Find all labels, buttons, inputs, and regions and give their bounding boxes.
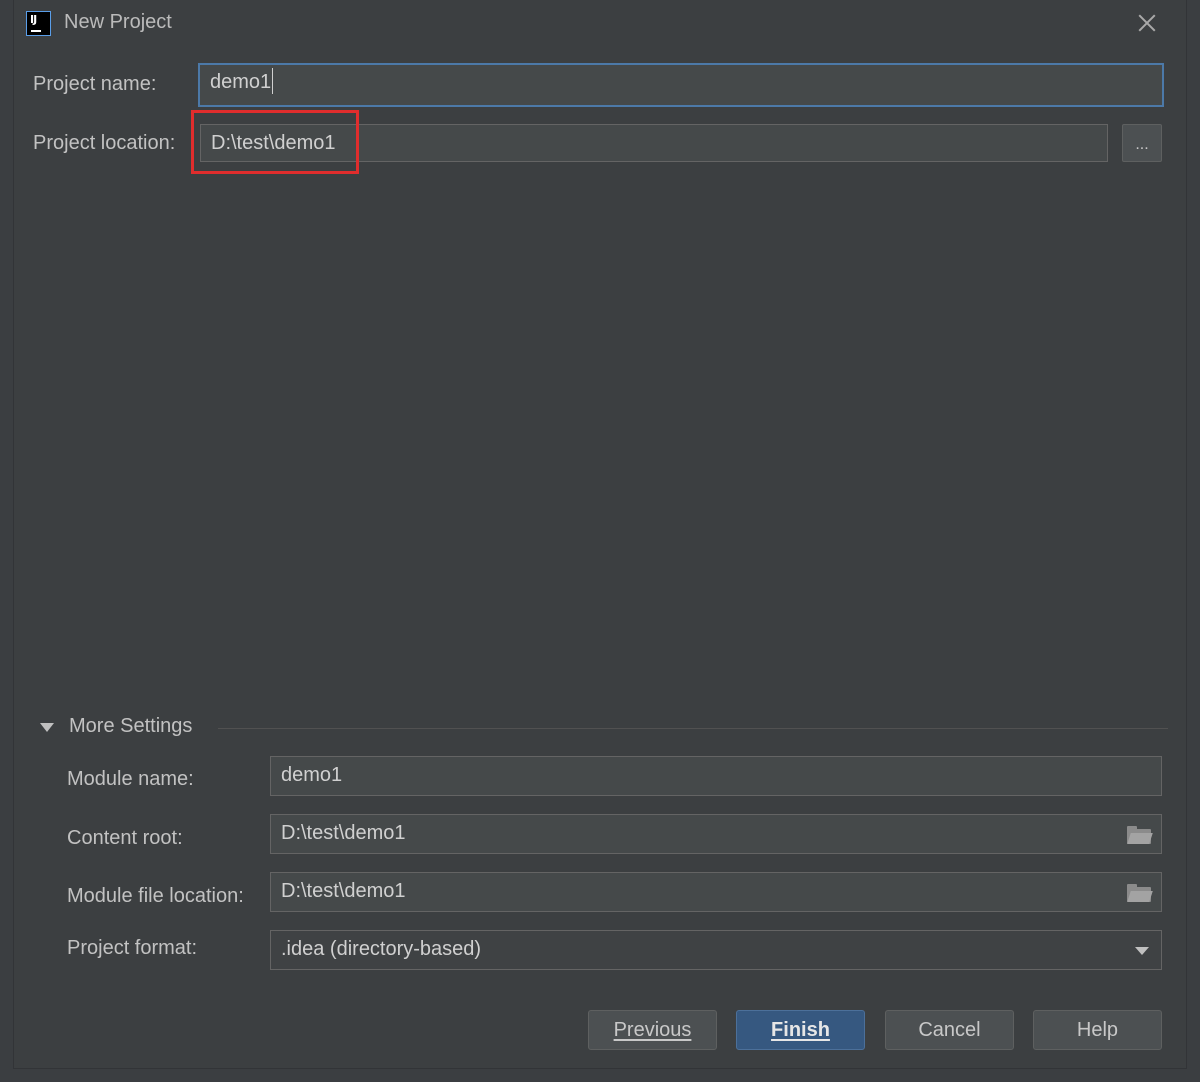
content-root-input[interactable]: D:\test\demo1 <box>270 814 1162 854</box>
previous-button-label: Previous <box>613 1019 692 1041</box>
intellij-app-icon: IJ <box>26 11 51 36</box>
module-name-label: Module name: <box>67 768 194 790</box>
content-root-label: Content root: <box>67 827 183 849</box>
module-name-input[interactable]: demo1 <box>270 756 1162 796</box>
project-location-label: Project location: <box>33 132 176 154</box>
project-name-value: demo1 <box>210 71 272 93</box>
close-icon[interactable] <box>1134 10 1160 36</box>
module-file-location-input[interactable]: D:\test\demo1 <box>270 872 1162 912</box>
section-divider <box>218 728 1168 729</box>
folder-icon[interactable] <box>1127 884 1153 902</box>
browse-location-button[interactable]: ... <box>1122 124 1162 162</box>
title-bar: IJ New Project <box>14 0 1186 48</box>
cancel-button-label: Cancel <box>918 1019 981 1041</box>
more-settings-section: More Settings <box>38 714 1168 744</box>
previous-button[interactable]: Previous <box>588 1010 717 1050</box>
folder-icon[interactable] <box>1127 826 1153 844</box>
help-button-label: Help <box>1076 1019 1119 1041</box>
cancel-button[interactable]: Cancel <box>885 1010 1014 1050</box>
text-caret <box>272 68 274 94</box>
app-icon-text: IJ <box>30 13 37 26</box>
finish-button-label: Finish <box>771 1019 830 1041</box>
module-file-location-value: D:\test\demo1 <box>281 880 406 902</box>
more-settings-toggle[interactable]: More Settings <box>69 715 192 738</box>
dropdown-arrow-icon <box>1135 947 1149 955</box>
dialog-title: New Project <box>64 11 172 33</box>
project-format-select[interactable]: .idea (directory-based) <box>270 930 1162 970</box>
project-format-value: .idea (directory-based) <box>281 938 482 960</box>
project-name-label: Project name: <box>33 73 157 95</box>
module-file-location-label: Module file location: <box>67 885 244 907</box>
help-button[interactable]: Help <box>1033 1010 1162 1050</box>
new-project-dialog: IJ New Project Project name: demo1 Proje… <box>14 0 1186 1068</box>
finish-button[interactable]: Finish <box>736 1010 865 1050</box>
highlight-annotation-box <box>191 110 359 174</box>
app-icon-bar <box>31 30 41 32</box>
content-root-value: D:\test\demo1 <box>281 822 406 844</box>
expand-triangle-icon[interactable] <box>40 723 54 732</box>
project-format-label: Project format: <box>67 937 198 959</box>
module-name-value: demo1 <box>281 764 343 786</box>
project-name-input[interactable]: demo1 <box>198 63 1164 107</box>
